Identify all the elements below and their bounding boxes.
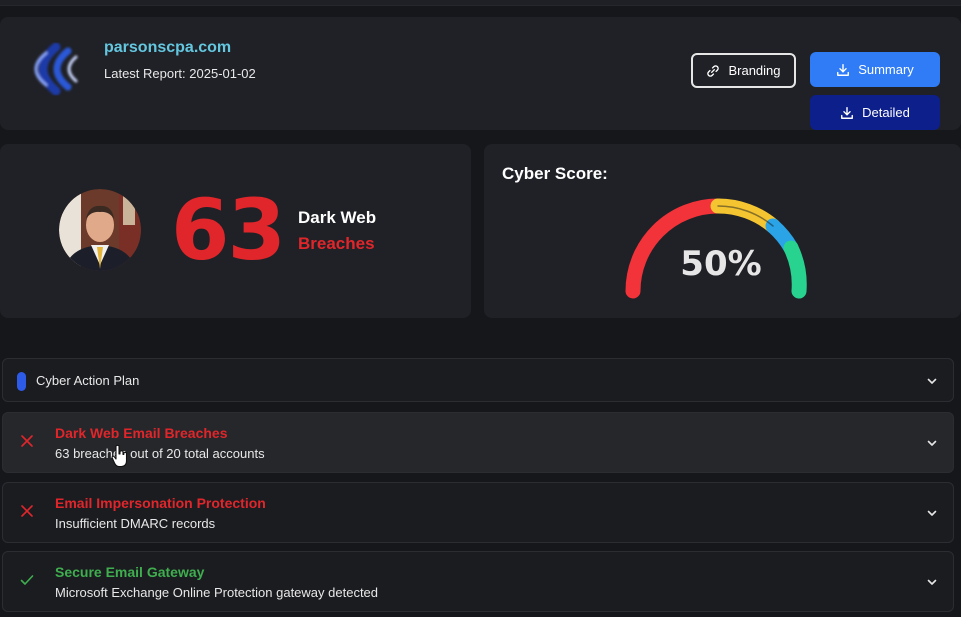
- gauge-segment-yellow: [710, 198, 781, 234]
- action-plan-indicator: [17, 372, 26, 391]
- check-title: Email Impersonation Protection: [55, 495, 266, 511]
- chevron-down-icon[interactable]: [925, 575, 939, 589]
- avatar: [59, 189, 141, 271]
- action-plan-label: Cyber Action Plan: [36, 373, 140, 388]
- gauge-segment-green: [783, 240, 807, 299]
- summary-button-label: Summary: [858, 62, 914, 77]
- chevron-down-icon[interactable]: [925, 436, 939, 450]
- check-row-email-impersonation-protection[interactable]: Email Impersonation Protection Insuffici…: [2, 482, 954, 543]
- check-title: Dark Web Email Breaches: [55, 425, 228, 441]
- branding-button-label: Branding: [728, 63, 781, 78]
- site-name[interactable]: parsonscpa.com: [104, 39, 231, 57]
- x-icon: [21, 505, 33, 517]
- cyber-score-value: 50%: [680, 244, 762, 284]
- check-detail: Insufficient DMARC records: [55, 516, 216, 531]
- summary-download-button[interactable]: Summary: [810, 52, 940, 87]
- link-icon: [707, 64, 720, 77]
- download-icon: [841, 106, 854, 119]
- cyber-action-plan-row[interactable]: Cyber Action Plan: [2, 358, 954, 402]
- check-icon: [20, 575, 34, 585]
- chevron-down-icon[interactable]: [925, 506, 939, 520]
- company-logo: [34, 42, 78, 96]
- branding-button[interactable]: Branding: [691, 53, 796, 88]
- breach-label-breaches: Breaches: [298, 234, 375, 253]
- check-row-dark-web-email-breaches[interactable]: Dark Web Email Breaches 63 breaches out …: [2, 412, 954, 473]
- check-row-secure-email-gateway[interactable]: Secure Email Gateway Microsoft Exchange …: [2, 551, 954, 612]
- hand-pointer-cursor-icon: [111, 444, 128, 468]
- detailed-download-button[interactable]: Detailed: [810, 95, 940, 130]
- top-strip: [0, 0, 961, 6]
- detailed-button-label: Detailed: [862, 105, 910, 120]
- check-title: Secure Email Gateway: [55, 564, 205, 580]
- dark-web-breaches-card: 63 Dark Web Breaches: [0, 144, 471, 318]
- chevron-down-icon[interactable]: [925, 374, 939, 388]
- breach-label-dark-web: Dark Web: [298, 208, 377, 227]
- x-icon: [21, 435, 33, 447]
- cyber-score-title: Cyber Score:: [502, 164, 608, 183]
- breach-count: 63: [171, 181, 286, 279]
- download-icon: [837, 63, 850, 76]
- latest-report-date: Latest Report: 2025-01-02: [104, 66, 256, 81]
- check-detail: Microsoft Exchange Online Protection gat…: [55, 585, 379, 600]
- cyber-score-card: Cyber Score: 50%: [484, 144, 961, 318]
- report-header: parsonscpa.com Latest Report: 2025-01-02…: [0, 17, 961, 130]
- check-detail: 63 breaches out of 20 total accounts: [55, 446, 265, 461]
